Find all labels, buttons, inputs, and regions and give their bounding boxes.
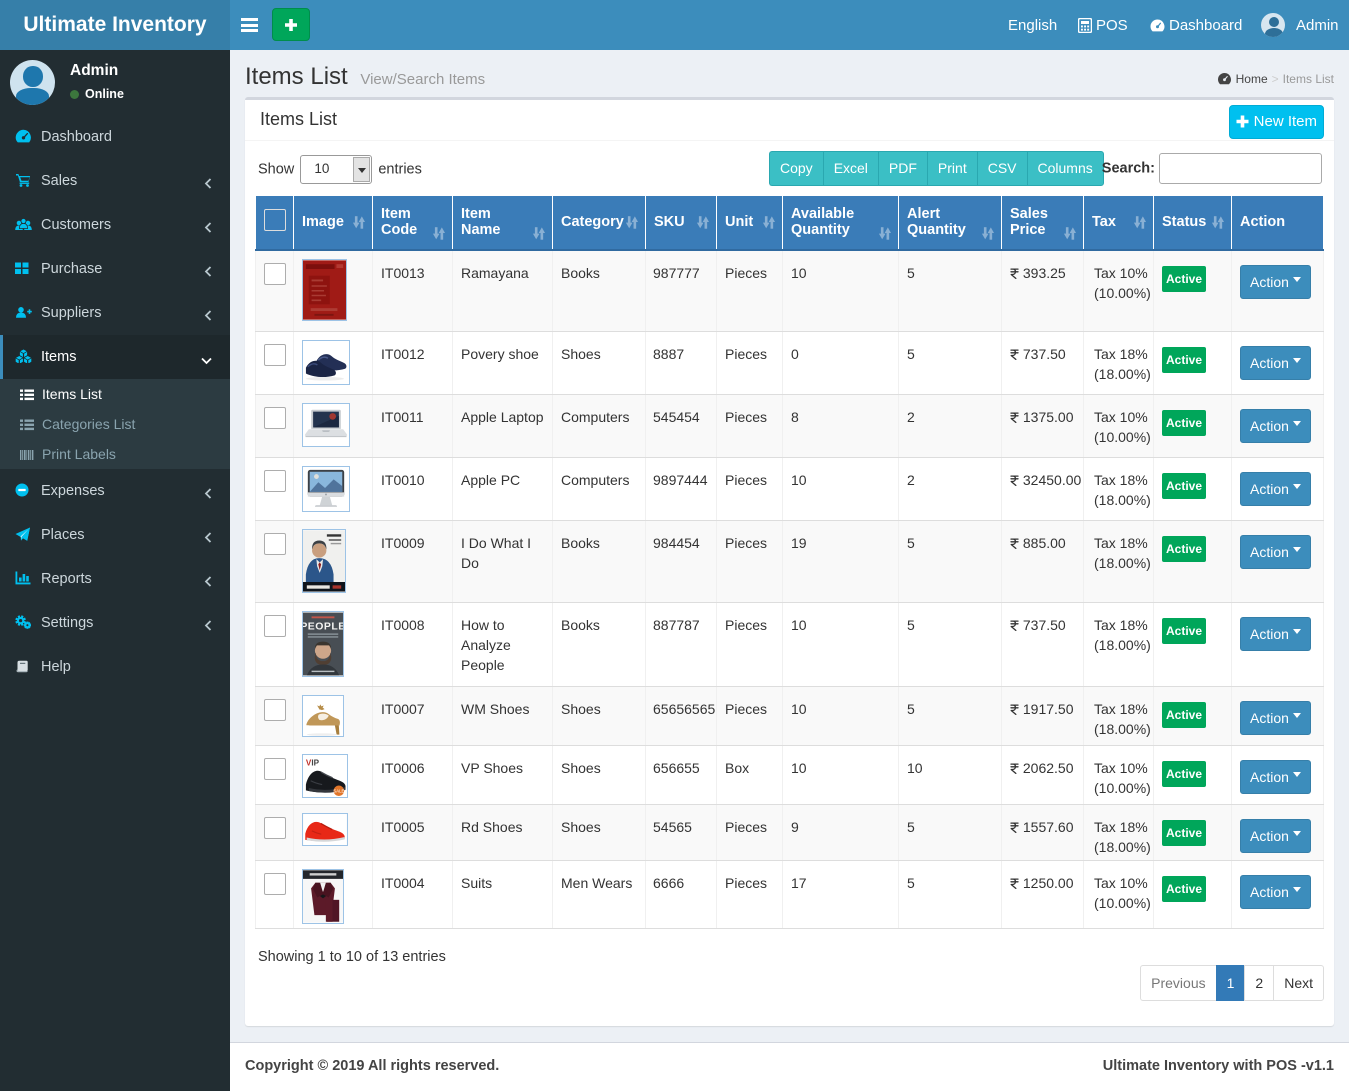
svg-text:PEOPLE: PEOPLE: [302, 622, 344, 633]
svg-text:VIP: VIP: [306, 759, 320, 768]
svg-text:SALE: SALE: [333, 789, 344, 794]
